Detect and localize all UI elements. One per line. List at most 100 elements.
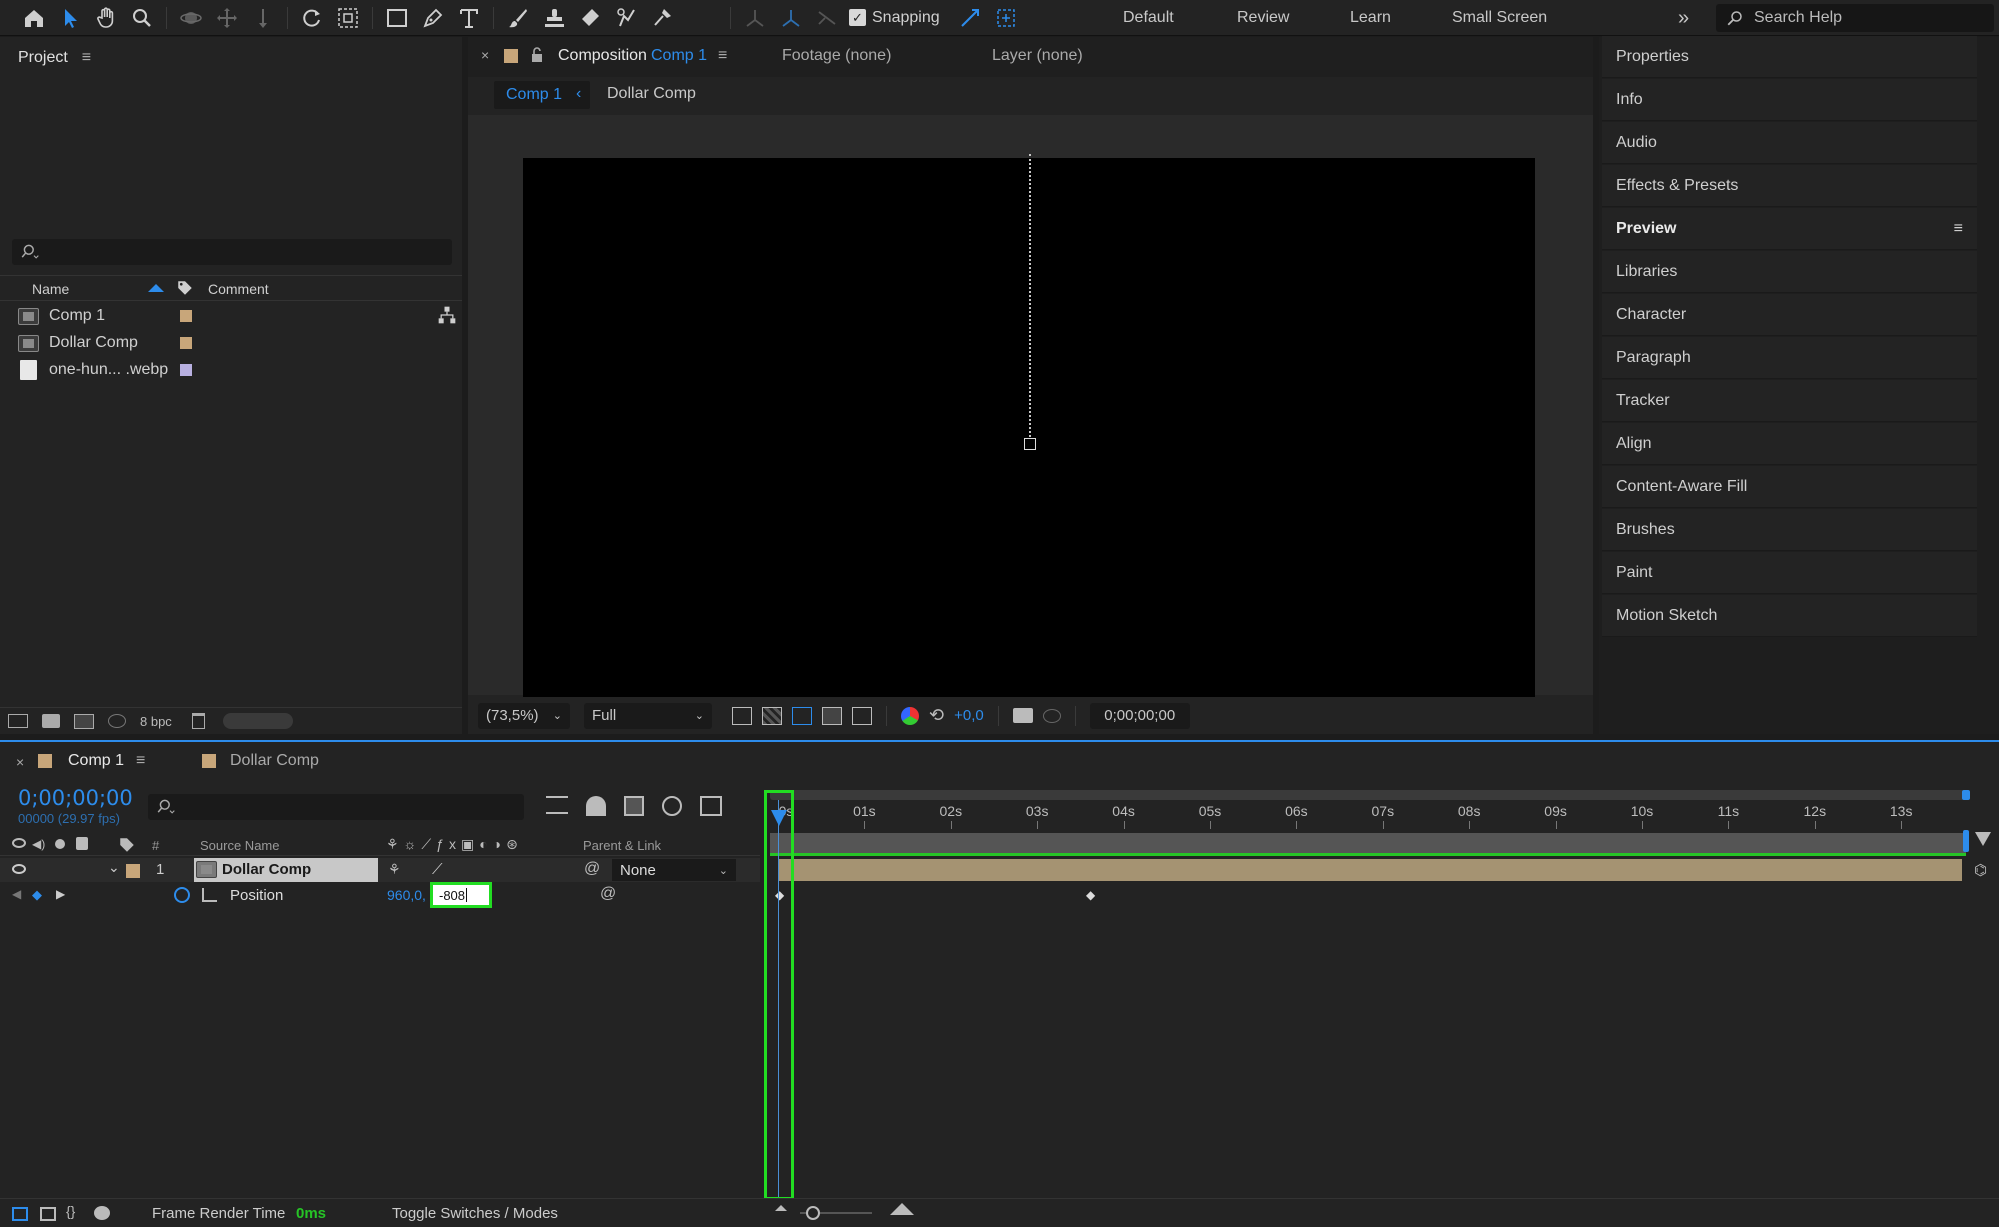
panel-menu-icon[interactable]: ≡ <box>1954 220 1963 238</box>
project-search-input[interactable] <box>12 239 452 265</box>
panel-character[interactable]: Character <box>1602 294 1977 336</box>
label-tag-icon[interactable] <box>118 836 136 854</box>
work-area-end-handle[interactable] <box>1962 790 1970 800</box>
new-composition-icon[interactable] <box>74 713 94 729</box>
breadcrumb-dollar-comp[interactable]: Dollar Comp <box>607 85 696 103</box>
anchor-point-handle[interactable] <box>1024 438 1036 450</box>
footage-tab[interactable]: Footage (none) <box>782 47 891 65</box>
col-header-comment[interactable]: Comment <box>208 281 269 297</box>
comp-marker-bin-icon[interactable] <box>1975 832 1991 846</box>
pan-behind-icon[interactable] <box>330 0 366 36</box>
ruler-label[interactable]: 01s <box>853 803 876 819</box>
ruler-label[interactable]: 12s <box>1804 803 1827 819</box>
graph-icon[interactable] <box>202 888 217 902</box>
close-tab-icon[interactable]: × <box>16 754 24 770</box>
label-tag-icon[interactable] <box>176 279 194 297</box>
snapping-toggle[interactable]: ✓ Snapping <box>849 9 940 27</box>
panel-paint[interactable]: Paint <box>1602 552 1977 594</box>
ruler-label[interactable]: 11s <box>1718 803 1740 819</box>
viewer-area[interactable] <box>468 115 1593 729</box>
close-tab-icon[interactable]: × <box>481 47 489 63</box>
toggle-switches-modes[interactable]: Toggle Switches / Modes <box>392 1205 558 1222</box>
project-item-dollar-comp[interactable]: Dollar Comp <box>18 330 138 356</box>
layer-tab[interactable]: Layer (none) <box>992 47 1083 65</box>
rectangle-tool-icon[interactable] <box>379 0 415 36</box>
selection-tool-icon[interactable] <box>52 0 88 36</box>
interpret-footage-icon[interactable] <box>8 714 28 728</box>
panel-info[interactable]: Info <box>1602 79 1977 121</box>
panel-tracker[interactable]: Tracker <box>1602 380 1977 422</box>
parent-dropdown[interactable]: None ⌄ <box>612 859 736 881</box>
pan-camera-icon[interactable] <box>209 0 245 36</box>
roto-brush-icon[interactable] <box>608 0 644 36</box>
lock-icon[interactable] <box>530 47 544 63</box>
layer-name-cell[interactable]: Dollar Comp <box>194 858 378 882</box>
label-color-swatch[interactable] <box>180 364 192 376</box>
panel-properties[interactable]: Properties <box>1602 36 1977 78</box>
composition-tab-label[interactable]: Composition <box>558 47 647 65</box>
col-header-source-name[interactable]: Source Name <box>200 838 279 853</box>
previous-keyframe-icon[interactable]: ◀ <box>12 887 21 901</box>
composition-tab-comp[interactable]: Comp 1 <box>651 47 707 65</box>
transfer-controls-icon[interactable] <box>40 1207 56 1221</box>
expression-pick-whip-icon[interactable]: @ <box>600 885 616 903</box>
video-visibility-icon[interactable] <box>12 864 26 874</box>
timeline-tab-dollar-comp[interactable]: Dollar Comp <box>230 752 319 770</box>
graph-editor-icon[interactable] <box>700 796 722 816</box>
project-item-comp-1[interactable]: Comp 1 <box>18 303 105 329</box>
show-snapshot-icon[interactable] <box>1042 708 1061 723</box>
hand-tool-icon[interactable] <box>88 0 124 36</box>
workspace-default[interactable]: Default <box>1123 0 1174 36</box>
sort-ascending-icon[interactable] <box>148 284 164 292</box>
workspace-review[interactable]: Review <box>1237 0 1289 36</box>
pick-whip-icon[interactable]: @ <box>584 860 600 878</box>
ruler-label[interactable]: 03s <box>1026 803 1049 819</box>
label-color-swatch[interactable] <box>180 337 192 349</box>
magnification-dropdown[interactable]: (73,5%) ⌄ <box>478 702 570 729</box>
panel-align[interactable]: Align <box>1602 423 1977 465</box>
shy-layers-icon[interactable] <box>586 796 606 816</box>
transparency-grid-icon[interactable] <box>762 706 782 725</box>
reset-exposure-icon[interactable]: ⟲ <box>929 705 944 726</box>
zoom-tool-icon[interactable] <box>124 0 160 36</box>
ruler-label[interactable]: 13s <box>1890 803 1913 819</box>
ruler-label[interactable]: 07s <box>1372 803 1395 819</box>
resolution-dropdown[interactable]: Full ⌄ <box>584 702 712 729</box>
snap-features-icon[interactable] <box>988 0 1024 36</box>
clone-stamp-icon[interactable] <box>536 0 572 36</box>
panel-paragraph[interactable]: Paragraph <box>1602 337 1977 379</box>
motion-blur-icon[interactable] <box>662 796 682 816</box>
exposure-value[interactable]: +0,0 <box>954 707 984 724</box>
region-of-interest-icon[interactable] <box>822 706 842 725</box>
keyframe-marker[interactable]: ◆ <box>1086 888 1095 902</box>
timeline-tab-comp-1[interactable]: Comp 1 <box>68 752 124 770</box>
flowchart-icon[interactable] <box>437 305 457 325</box>
stopwatch-icon[interactable] <box>174 887 190 903</box>
axis-local-icon[interactable] <box>737 0 773 36</box>
label-color-swatch[interactable] <box>180 310 192 322</box>
ruler-label[interactable]: 05s <box>1199 803 1222 819</box>
mask-visibility-icon[interactable] <box>792 706 812 725</box>
grid-guides-icon[interactable] <box>852 706 872 725</box>
layer-row[interactable]: ⌄ 1 Dollar Comp ⚘ ⟋ @ None ⌄ <box>0 858 760 882</box>
ruler-label[interactable]: 09s <box>1544 803 1567 819</box>
axis-view-icon[interactable] <box>809 0 845 36</box>
col-header-parent-link[interactable]: Parent & Link <box>583 838 661 853</box>
layer-switches-icon[interactable] <box>12 1207 28 1221</box>
ruler-label[interactable]: 04s <box>1112 803 1135 819</box>
label-color-swatch[interactable] <box>126 864 140 878</box>
brush-tool-icon[interactable] <box>500 0 536 36</box>
quality-switch-icon[interactable]: ⟋ <box>432 861 443 878</box>
work-area-bar[interactable] <box>770 790 1965 800</box>
delete-icon[interactable] <box>191 713 205 729</box>
puppet-pin-icon[interactable] <box>644 0 680 36</box>
video-visibility-icon[interactable] <box>12 838 26 848</box>
zoom-in-icon[interactable] <box>890 1203 914 1215</box>
ruler-label[interactable]: 06s <box>1285 803 1308 819</box>
axis-world-icon[interactable] <box>773 0 809 36</box>
ruler-label[interactable]: 02s <box>940 803 963 819</box>
solo-icon[interactable] <box>55 839 65 849</box>
workspace-overflow-icon[interactable]: » <box>1678 0 1689 36</box>
orbit-camera-icon[interactable] <box>173 0 209 36</box>
home-icon[interactable] <box>16 0 52 36</box>
